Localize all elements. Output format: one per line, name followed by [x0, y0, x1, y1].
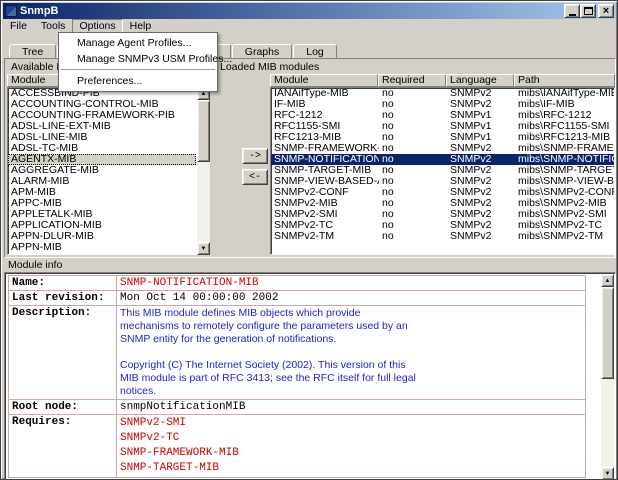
- close-button[interactable]: ×: [598, 4, 614, 18]
- loaded-row[interactable]: SNMPv2-TCnoSNMPv2mibs\SNMPv2-TC: [271, 220, 614, 231]
- remove-module-button[interactable]: <-: [242, 169, 268, 185]
- menu-bar: File Tools Options Help: [3, 19, 616, 33]
- available-item[interactable]: ADSL-LINE-EXT-MIB: [8, 121, 196, 132]
- minimize-icon: [569, 14, 576, 16]
- available-item[interactable]: ALARM-MIB: [8, 176, 196, 187]
- available-item[interactable]: APPLETALK-MIB: [8, 209, 196, 220]
- menu-item-preferences[interactable]: Preferences...: [60, 73, 216, 89]
- maximize-button[interactable]: [580, 4, 596, 18]
- loaded-row[interactable]: IF-MIBnoSNMPv2mibs\IF-MIB: [271, 99, 614, 110]
- available-item[interactable]: APM-MIB: [8, 187, 196, 198]
- info-row-root-node: Root node: snmpNotificationMIB: [9, 400, 586, 415]
- minimize-button[interactable]: [564, 4, 580, 18]
- tab-log[interactable]: Log: [293, 44, 337, 59]
- available-item-selected[interactable]: AGENTX-MIB: [8, 154, 196, 165]
- menu-separator: [61, 69, 215, 71]
- description-paragraph-2: Copyright (C) The Internet Society (2002…: [120, 359, 420, 398]
- loaded-row[interactable]: RFC1213-MIBnoSNMPv1mibs\RFC1213-MIB: [271, 132, 614, 143]
- window-title: SnmpB: [20, 5, 59, 17]
- snmpb-window: SnmpB × File Tools Options Help Tree Edi…: [0, 0, 618, 480]
- available-item[interactable]: AGGREGATE-MIB: [8, 165, 196, 176]
- app-icon: [5, 5, 17, 17]
- available-item[interactable]: APPN-DLUR-MIB: [8, 231, 196, 242]
- info-value-name: SNMP-NOTIFICATION-MIB: [117, 276, 586, 291]
- scroll-down-icon[interactable]: ▼: [601, 467, 614, 480]
- loaded-column-required[interactable]: Required: [378, 74, 446, 87]
- loaded-mib-table: IANAifType-MIBnoSNMPv2mibs\IANAifType-MI…: [270, 87, 615, 255]
- requires-item: SNMP-TARGET-MIB: [120, 461, 582, 476]
- info-label-requires: Requires:: [9, 415, 117, 478]
- menu-options[interactable]: Options: [72, 19, 122, 33]
- loaded-row[interactable]: RFC-1212noSNMPv1mibs\RFC-1212: [271, 110, 614, 121]
- info-label-name: Name:: [9, 276, 117, 291]
- loaded-row[interactable]: RFC1155-SMInoSNMPv1mibs\RFC1155-SMI: [271, 121, 614, 132]
- loaded-row[interactable]: SNMPv2-SMInoSNMPv2mibs\SNMPv2-SMI: [271, 209, 614, 220]
- loaded-column-language[interactable]: Language: [446, 74, 514, 87]
- tab-tree[interactable]: Tree: [9, 44, 56, 59]
- menu-help[interactable]: Help: [123, 19, 159, 33]
- menu-item-manage-agent-profiles[interactable]: Manage Agent Profiles...: [60, 35, 216, 51]
- available-item[interactable]: APPC-MIB: [8, 198, 196, 209]
- requires-item: SNMPv2-SMI: [120, 416, 582, 431]
- available-mib-list: ACCESSBIND-PIB ACCOUNTING-CONTROL-MIB AC…: [7, 87, 197, 255]
- requires-item: SNMP-FRAMEWORK-MIB: [120, 446, 582, 461]
- loaded-row[interactable]: SNMPv2-TMnoSNMPv2mibs\SNMPv2-TM: [271, 231, 614, 242]
- info-value-root-node: snmpNotificationMIB: [117, 400, 586, 415]
- loaded-row[interactable]: SNMPv2-MIBnoSNMPv2mibs\SNMPv2-MIB: [271, 198, 614, 209]
- description-paragraph-1: This MIB module defines MIB objects whic…: [120, 307, 420, 346]
- tab-graphs[interactable]: Graphs: [232, 44, 292, 59]
- available-item[interactable]: ADSL-TC-MIB: [8, 143, 196, 154]
- title-bar[interactable]: SnmpB ×: [3, 3, 616, 19]
- module-info-scrollbar[interactable]: ▲ ▼: [601, 274, 614, 480]
- info-label-description: Description:: [9, 306, 117, 400]
- scroll-down-icon[interactable]: ▼: [197, 242, 210, 255]
- loaded-column-headers: Module Required Language Path: [270, 74, 615, 87]
- scrollbar-thumb[interactable]: [197, 100, 210, 162]
- info-value-revision: Mon Oct 14 00:00:00 2002: [117, 291, 586, 306]
- loaded-row[interactable]: SNMP-TARGET-MIBnoSNMPv2mibs\SNMP-TARGET-…: [271, 165, 614, 176]
- available-list-scrollbar[interactable]: ▲ ▼: [197, 87, 210, 255]
- info-row-requires: Requires: SNMPv2-SMI SNMPv2-TC SNMP-FRAM…: [9, 415, 586, 478]
- module-info-panel: Name: SNMP-NOTIFICATION-MIB Last revisio…: [4, 272, 616, 480]
- info-row-revision: Last revision: Mon Oct 14 00:00:00 2002: [9, 291, 586, 306]
- menu-tools[interactable]: Tools: [34, 19, 73, 33]
- loaded-row[interactable]: SNMP-FRAMEWORK-MIBnoSNMPv2mibs\SNMP-FRAM…: [271, 143, 614, 154]
- close-icon: ×: [603, 6, 609, 16]
- loaded-row-selected[interactable]: SNMP-NOTIFICATION-MIBnoSNMPv2mibs\SNMP-N…: [271, 154, 614, 165]
- requires-item: SNMPv2-TC: [120, 431, 582, 446]
- available-item[interactable]: APPN-MIB: [8, 242, 196, 253]
- maximize-icon: [584, 7, 593, 15]
- loaded-row[interactable]: IANAifType-MIBnoSNMPv2mibs\IANAifType-MI…: [271, 88, 614, 99]
- scroll-up-icon[interactable]: ▲: [601, 274, 614, 287]
- available-item[interactable]: APPLICATION-MIB: [8, 220, 196, 231]
- available-item[interactable]: ACCOUNTING-CONTROL-MIB: [8, 99, 196, 110]
- loaded-row[interactable]: SNMPv2-CONFnoSNMPv2mibs\SNMPv2-CONF: [271, 187, 614, 198]
- loaded-column-path[interactable]: Path: [514, 74, 615, 87]
- add-module-button[interactable]: ->: [242, 148, 268, 164]
- module-info-table: Name: SNMP-NOTIFICATION-MIB Last revisio…: [8, 275, 586, 478]
- options-dropdown-menu: Manage Agent Profiles... Manage SNMPv3 U…: [58, 32, 218, 92]
- loaded-row[interactable]: SNMP-VIEW-BASED-ACM-MIBnoSNMPv2mibs\SNMP…: [271, 176, 614, 187]
- info-value-description: This MIB module defines MIB objects whic…: [117, 306, 586, 400]
- info-label-root-node: Root node:: [9, 400, 117, 415]
- menu-item-manage-usm-profiles[interactable]: Manage SNMPv3 USM Profiles...: [60, 51, 216, 67]
- scrollbar-thumb[interactable]: [601, 287, 614, 379]
- loaded-column-module[interactable]: Module: [270, 74, 378, 87]
- available-item[interactable]: ADSL-LINE-MIB: [8, 132, 196, 143]
- available-item[interactable]: ACCOUNTING-FRAMEWORK-PIB: [8, 110, 196, 121]
- module-info-title: Module info: [4, 259, 616, 272]
- info-label-revision: Last revision:: [9, 291, 117, 306]
- menu-file[interactable]: File: [3, 19, 34, 33]
- info-row-description: Description: This MIB module defines MIB…: [9, 306, 586, 400]
- loaded-panel-title: Loaded MIB modules: [214, 61, 615, 74]
- info-value-requires: SNMPv2-SMI SNMPv2-TC SNMP-FRAMEWORK-MIB …: [117, 415, 586, 478]
- info-row-name: Name: SNMP-NOTIFICATION-MIB: [9, 276, 586, 291]
